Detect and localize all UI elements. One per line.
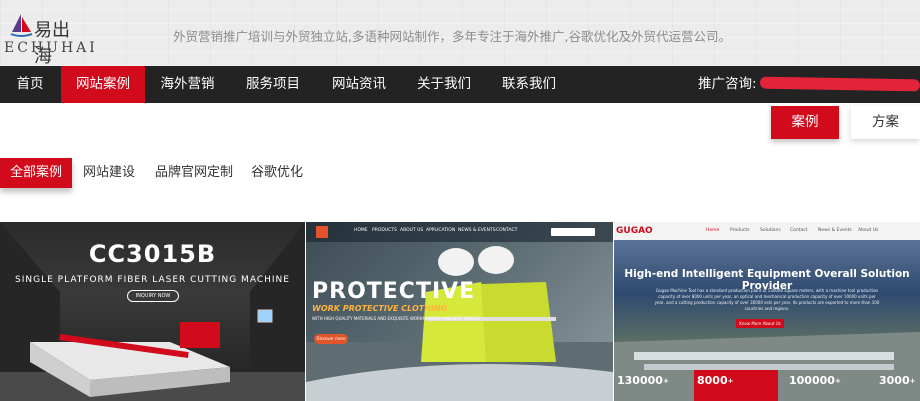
card2-site-nav: HOME PRODUCTS ABOUT US APPLICATION NEWS … xyxy=(306,222,613,242)
nav-item-about[interactable]: 关于我们 xyxy=(402,66,486,103)
case-card-gugao[interactable]: GUGAO Home Products Solutions Contact Ne… xyxy=(614,222,920,401)
tab-plan[interactable]: 方案 xyxy=(851,106,920,139)
logo-text-en: ECHUHAI xyxy=(4,40,98,56)
card3-nav-item: About Us xyxy=(858,228,879,233)
site-header: 易出海 ECHUHAI 外贸营销推广培训与外贸独立站,多语种网站制作，多年专注于… xyxy=(0,0,920,67)
nav-item-marketing[interactable]: 海外营销 xyxy=(145,66,230,103)
card3-nav-item: Home xyxy=(706,228,720,233)
card2-discover-button: Discover more xyxy=(314,334,348,344)
case-card-protective[interactable]: HOME PRODUCTS ABOUT US APPLICATION NEWS … xyxy=(306,222,613,401)
nav-item-news[interactable]: 网站资讯 xyxy=(316,66,402,103)
card3-stat-plus: + xyxy=(834,377,841,385)
promo-contact-label: 推广咨询: xyxy=(698,76,757,92)
shield-logo-icon xyxy=(316,226,328,238)
logo[interactable]: 易出海 ECHUHAI xyxy=(4,8,95,67)
nav-item-home[interactable]: 首页 xyxy=(0,66,60,103)
card1-title: CC3015B xyxy=(88,240,217,268)
card2-nav-item: ABOUT US xyxy=(400,228,424,233)
card3-stat-plus: + xyxy=(662,377,669,385)
filter-all-cases[interactable]: 全部案例 xyxy=(0,158,73,188)
case-card-laser[interactable]: CC3015B SINGLE PLATFORM FIBER LASER CUTT… xyxy=(0,222,305,401)
filter-brand-website[interactable]: 品牌官网定制 xyxy=(155,158,233,188)
card3-stat-value: 130000 xyxy=(617,374,663,387)
card3-nav-item: Solutions xyxy=(760,228,781,233)
card3-stat-value: 100000 xyxy=(789,374,835,387)
card2-search-box xyxy=(551,228,595,236)
nav-item-cases[interactable]: 网站案例 xyxy=(61,66,145,103)
main-nav: 首页 网站案例 海外营销 服务项目 网站资讯 关于我们 联系我们 推广咨询: xyxy=(0,66,920,103)
card3-stat-value: 3000 xyxy=(879,374,910,387)
redaction-mark xyxy=(759,76,920,92)
card3-nav-item: Contact xyxy=(790,228,808,233)
card3-nav-item: News & Events xyxy=(818,228,852,233)
card2-nav-item: HOME xyxy=(354,228,368,233)
card3-brand-logo: GUGAO xyxy=(616,226,653,236)
card3-stat: 100000+ xyxy=(786,370,866,401)
tab-case[interactable]: 案例 xyxy=(771,106,839,139)
card3-stat: 8000+ xyxy=(694,370,778,401)
card3-stat-plus: + xyxy=(727,377,734,385)
card2-title: PROTECTIVE xyxy=(312,279,476,304)
card3-stat: 130000+ xyxy=(614,370,684,401)
sail-logo-icon xyxy=(10,14,33,37)
card2-nav-item: CONTACT xyxy=(496,228,518,233)
tagline: 外贸营销推广培训与外贸独立站,多语种网站制作，多年专注于海外推广,谷歌优化及外贸… xyxy=(173,29,731,44)
card1-inquiry-button: INQUIRY NOW xyxy=(127,290,179,302)
filter-website-building[interactable]: 网站建设 xyxy=(83,158,135,188)
card2-description: WITH HIGH QUALITY MATERIALS AND EXQUISIT… xyxy=(312,316,481,321)
nav-item-contact[interactable]: 联系我们 xyxy=(486,66,572,103)
card1-subtitle: SINGLE PLATFORM FIBER LASER CUTTING MACH… xyxy=(15,275,290,285)
card3-stat-value: 8000 xyxy=(697,374,728,387)
card2-nav-item: PRODUCTS xyxy=(372,228,397,233)
card2-nav-item: NEWS & EVENTS xyxy=(458,228,496,233)
card3-nav-item: Products xyxy=(730,228,750,233)
card3-stat-plus: + xyxy=(909,377,916,385)
card2-subtitle: WORK PROTECTIVE CLOTHING xyxy=(312,304,448,313)
card3-know-more-button: Know More About Us xyxy=(736,319,784,328)
nav-item-services[interactable]: 服务项目 xyxy=(230,66,316,103)
card3-description: Gugao Machine Tool has a standard produc… xyxy=(654,288,880,311)
card2-nav-item: APPLICATION xyxy=(426,228,456,233)
filter-google-seo[interactable]: 谷歌优化 xyxy=(251,158,303,188)
card3-stat: 3000+ xyxy=(876,370,920,401)
